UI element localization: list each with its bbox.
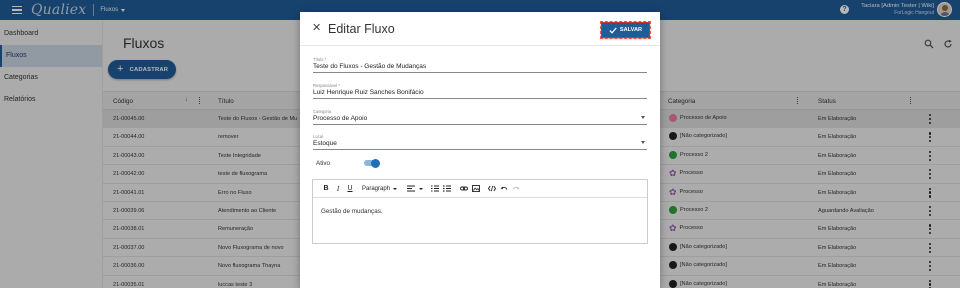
bold-button[interactable]: B (320, 185, 332, 192)
undo-icon[interactable] (498, 185, 510, 193)
paragraph-style-dropdown[interactable]: Paragraph (362, 185, 398, 192)
chevron-down-icon[interactable] (641, 141, 645, 144)
active-toggle-label: Ativo (316, 160, 330, 167)
editor-toolbar: B I U Paragraph (313, 180, 647, 198)
responsible-field-value[interactable]: Luiz Henrique Ruiz Sanches Bonifácio (313, 89, 647, 98)
align-dropdown[interactable] (405, 185, 424, 193)
italic-button[interactable]: I (332, 185, 344, 193)
numbered-list-icon[interactable] (429, 185, 441, 193)
dialog-header: ✕ Editar Fluxo SALVAR (300, 12, 660, 46)
bulleted-list-icon[interactable] (441, 185, 453, 193)
title-field[interactable]: Título * Teste do Fluxos - Gestão de Mud… (313, 57, 647, 73)
paragraph-style-label: Paragraph (362, 185, 391, 192)
code-icon[interactable] (486, 185, 498, 193)
chevron-down-icon (393, 187, 398, 190)
description-editor: B I U Paragraph Gestão de mudanças. (312, 179, 648, 244)
chevron-down-icon[interactable] (641, 116, 645, 119)
chevron-down-icon (419, 187, 424, 190)
responsible-field-label: Responsável * (313, 83, 341, 88)
title-field-label: Título * (313, 57, 327, 62)
title-field-value[interactable]: Teste do Fluxos - Gestão de Mudanças (313, 63, 647, 72)
editor-content[interactable]: Gestão de mudanças. (313, 198, 647, 225)
underline-button[interactable]: U (344, 185, 356, 192)
category-select-value: Processo de Apoio (313, 115, 368, 122)
close-icon[interactable]: ✕ (312, 23, 321, 34)
active-toggle[interactable] (364, 158, 380, 168)
align-left-icon (405, 185, 417, 193)
redo-icon[interactable] (510, 185, 522, 193)
save-button-label: SALVAR (619, 27, 643, 33)
link-icon[interactable] (458, 185, 470, 193)
location-select-value: Estoque (313, 140, 337, 147)
image-icon[interactable] (470, 185, 482, 193)
check-icon (609, 27, 617, 34)
category-select-label: Categoria (313, 109, 332, 114)
location-select[interactable]: Local Estoque (313, 134, 647, 150)
dialog-title: Editar Fluxo (328, 22, 395, 36)
responsible-field[interactable]: Responsável * Luiz Henrique Ruiz Sanches… (313, 83, 647, 99)
category-select[interactable]: Categoria Processo de Apoio (313, 109, 647, 125)
edit-flow-dialog: ✕ Editar Fluxo SALVAR Título * Teste do … (300, 12, 660, 288)
location-select-label: Local (313, 134, 324, 139)
save-button[interactable]: SALVAR (600, 21, 651, 39)
